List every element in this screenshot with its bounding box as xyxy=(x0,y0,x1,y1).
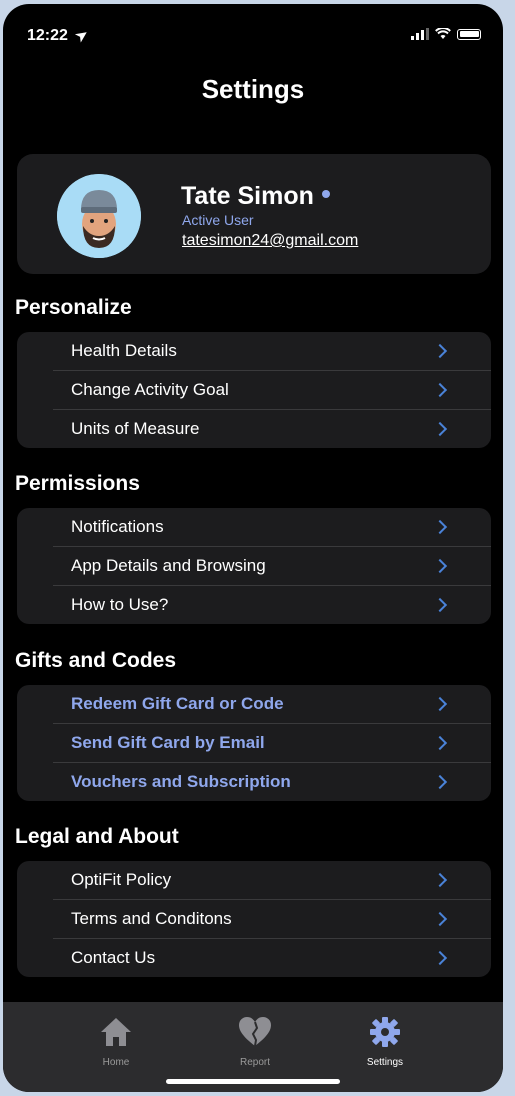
chevron-right-icon xyxy=(432,558,448,574)
chevron-right-icon xyxy=(432,774,448,790)
gear-icon xyxy=(370,1017,400,1047)
status-bar: 12:22 ➤ xyxy=(3,4,503,64)
section-title-personalize: Personalize xyxy=(15,296,132,319)
section-title-permissions: Permissions xyxy=(15,472,140,495)
heart-icon xyxy=(239,1017,271,1047)
menu-item-redeem-gift-card[interactable]: Redeem Gift Card or Code xyxy=(17,685,491,723)
profile-card[interactable]: Tate Simon Active User tatesimon24@gmail… xyxy=(17,154,491,274)
tab-bar: Home Report Settings xyxy=(3,1002,503,1092)
menu-item-health-details[interactable]: Health Details xyxy=(17,332,491,370)
chevron-right-icon xyxy=(432,696,448,712)
menu-item-how-to-use[interactable]: How to Use? xyxy=(53,585,491,624)
menu-item-notifications[interactable]: Notifications xyxy=(17,508,491,546)
signal-icon xyxy=(411,28,429,40)
avatar xyxy=(57,174,141,258)
status-icons xyxy=(411,28,481,40)
profile-email[interactable]: tatesimon24@gmail.com xyxy=(182,232,358,250)
status-time: 12:22 ➤ xyxy=(27,25,91,46)
profile-status: Active User xyxy=(182,212,254,228)
section-title-gifts-and-codes: Gifts and Codes xyxy=(15,649,177,672)
chevron-right-icon xyxy=(432,421,448,437)
permissions-group: Notifications App Details and Browsing H… xyxy=(17,508,491,624)
online-dot-icon xyxy=(321,190,330,199)
chevron-right-icon xyxy=(432,735,448,751)
legal-group: OptiFit Policy Terms and Conditons Conta… xyxy=(17,861,491,977)
chevron-right-icon xyxy=(432,911,448,927)
menu-item-optifit-policy[interactable]: OptiFit Policy xyxy=(17,861,491,899)
battery-icon xyxy=(457,28,481,40)
menu-item-app-details-and-browsing[interactable]: App Details and Browsing xyxy=(53,546,491,585)
tab-settings[interactable]: Settings xyxy=(345,1016,425,1068)
section-title-legal-and-about: Legal and About xyxy=(15,825,179,848)
menu-item-contact-us[interactable]: Contact Us xyxy=(53,938,491,977)
home-icon xyxy=(101,1018,131,1046)
menu-item-send-gift-card[interactable]: Send Gift Card by Email xyxy=(53,723,491,762)
chevron-right-icon xyxy=(432,950,448,966)
chevron-right-icon xyxy=(432,597,448,613)
chevron-right-icon xyxy=(432,872,448,888)
phone-screen: 12:22 ➤ Settings Tate Simon Active User … xyxy=(3,4,503,1092)
location-arrow-icon: ➤ xyxy=(72,25,91,46)
page-title: Settings xyxy=(201,74,305,104)
gifts-group: Redeem Gift Card or Code Send Gift Card … xyxy=(17,685,491,801)
chevron-right-icon xyxy=(432,382,448,398)
chevron-right-icon xyxy=(432,343,448,359)
chevron-right-icon xyxy=(432,519,448,535)
menu-item-change-activity-goal[interactable]: Change Activity Goal xyxy=(53,370,491,409)
menu-item-units-of-measure[interactable]: Units of Measure xyxy=(53,409,491,448)
home-indicator[interactable] xyxy=(166,1079,340,1084)
personalize-group: Health Details Change Activity Goal Unit… xyxy=(17,332,491,448)
menu-item-vouchers-and-subscription[interactable]: Vouchers and Subscription xyxy=(53,762,491,801)
menu-item-terms-and-conditions[interactable]: Terms and Conditons xyxy=(53,899,491,938)
profile-name: Tate Simon xyxy=(181,182,330,211)
memoji-avatar-icon xyxy=(57,174,141,258)
wifi-icon xyxy=(435,28,451,39)
tab-report[interactable]: Report xyxy=(215,1016,295,1068)
tab-home[interactable]: Home xyxy=(76,1016,156,1068)
